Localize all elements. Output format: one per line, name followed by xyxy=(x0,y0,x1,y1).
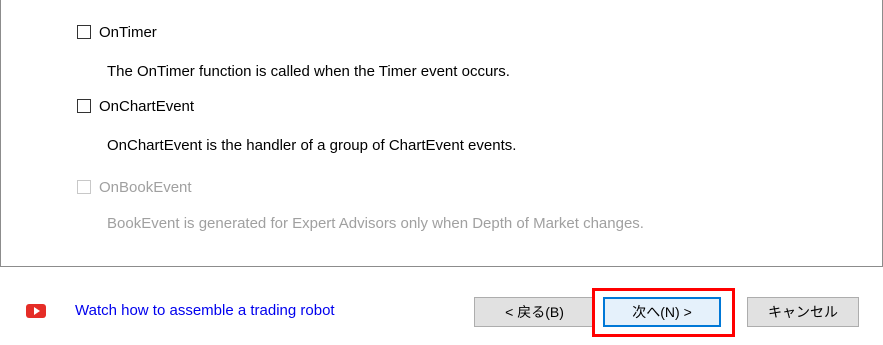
ontimer-description: The OnTimer function is called when the … xyxy=(107,63,510,80)
cancel-button[interactable]: キャンセル xyxy=(747,297,859,327)
ontimer-label: OnTimer xyxy=(99,23,157,41)
option-onbookevent: OnBookEvent xyxy=(77,177,192,197)
options-panel: OnTimer The OnTimer function is called w… xyxy=(0,0,883,267)
onbookevent-description: BookEvent is generated for Expert Adviso… xyxy=(107,215,644,232)
dialog-footer: Watch how to assemble a trading robot < … xyxy=(0,267,883,345)
option-ontimer[interactable]: OnTimer xyxy=(77,22,157,42)
option-onchartevent[interactable]: OnChartEvent xyxy=(77,96,194,116)
onbookevent-checkbox xyxy=(77,180,91,194)
ontimer-checkbox[interactable] xyxy=(77,25,91,39)
onchartevent-description: OnChartEvent is the handler of a group o… xyxy=(107,137,517,154)
onbookevent-label: OnBookEvent xyxy=(99,178,192,196)
youtube-play-icon[interactable] xyxy=(26,304,46,318)
next-button[interactable]: 次へ(N) > xyxy=(603,297,721,327)
wizard-dialog: OnTimer The OnTimer function is called w… xyxy=(0,0,883,345)
onchartevent-label: OnChartEvent xyxy=(99,97,195,115)
watch-video-link[interactable]: Watch how to assemble a trading robot xyxy=(75,302,335,319)
onchartevent-checkbox[interactable] xyxy=(77,99,91,113)
back-button[interactable]: < 戻る(B) xyxy=(474,297,595,327)
